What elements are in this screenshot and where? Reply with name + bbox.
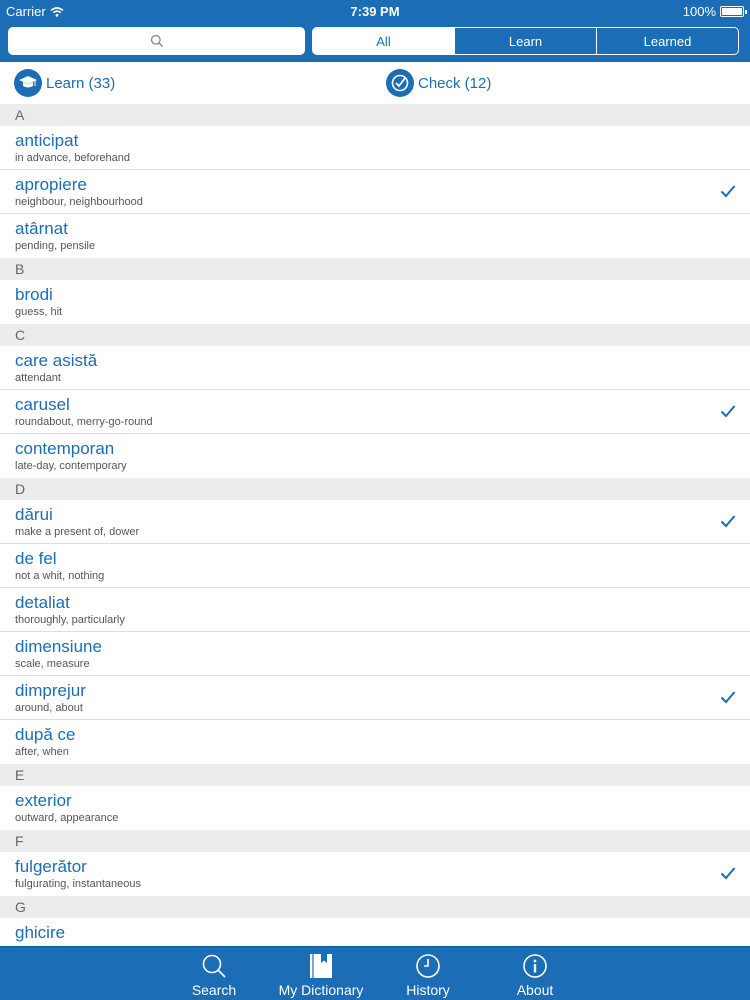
list-item[interactable]: dimprejur around, about bbox=[0, 676, 750, 720]
check-button-label: Check (12) bbox=[418, 74, 492, 92]
word-label: de fel bbox=[15, 549, 57, 568]
battery-icon bbox=[720, 6, 747, 17]
status-time: 7:39 PM bbox=[350, 4, 400, 19]
clock-icon bbox=[414, 952, 442, 980]
action-row: Learn (33) Check (12) bbox=[0, 62, 750, 104]
segment-learn[interactable]: Learn bbox=[455, 28, 597, 54]
translation-label: attendant bbox=[15, 372, 61, 384]
learn-button[interactable]: Learn (33) bbox=[14, 69, 115, 97]
tab-my-dictionary-label: My Dictionary bbox=[278, 982, 364, 998]
word-label: dimensiune bbox=[15, 637, 102, 656]
translation-label: after, when bbox=[15, 746, 69, 758]
list-item[interactable]: de fel not a whit, nothing bbox=[0, 544, 750, 588]
list-item[interactable]: dimensiune scale, measure bbox=[0, 632, 750, 676]
tab-search-label: Search bbox=[191, 982, 237, 998]
list-item[interactable]: atârnat pending, pensile bbox=[0, 214, 750, 258]
check-circle-icon bbox=[386, 69, 414, 97]
checkmark-icon bbox=[720, 185, 736, 198]
list-item[interactable]: care asistă attendant bbox=[0, 346, 750, 390]
list-item[interactable]: ghicireguess bbox=[0, 918, 750, 946]
tab-search[interactable]: Search bbox=[169, 947, 259, 1000]
checkmark-icon bbox=[720, 691, 736, 704]
translation-label: scale, measure bbox=[15, 658, 90, 670]
translation-label: outward, appearance bbox=[15, 812, 119, 824]
battery-label: 100% bbox=[682, 4, 716, 19]
learn-button-label: Learn (33) bbox=[46, 74, 116, 92]
filter-segmented-control: All Learn Learned bbox=[312, 27, 739, 55]
section-header: B bbox=[0, 258, 750, 280]
word-label: anticipat bbox=[15, 131, 79, 150]
translation-label: guess, hit bbox=[15, 306, 63, 318]
status-bar: Carrier 7:39 PM 100% bbox=[0, 0, 750, 22]
list-item[interactable]: anticipat in advance, beforehand bbox=[0, 126, 750, 170]
word-label: carusel bbox=[15, 395, 70, 414]
translation-label: thoroughly, particularly bbox=[15, 614, 125, 626]
word-label: dimprejur bbox=[15, 681, 86, 700]
checkmark-icon bbox=[720, 515, 736, 528]
word-label: atârnat bbox=[15, 219, 68, 238]
word-label: dărui bbox=[15, 505, 53, 524]
list-item[interactable]: exterior outward, appearance bbox=[0, 786, 750, 830]
section-header: E bbox=[0, 764, 750, 786]
segment-learned[interactable]: Learned bbox=[597, 28, 738, 54]
section-header: F bbox=[0, 830, 750, 852]
top-bar: Carrier 7:39 PM 100% All Learn Learned bbox=[0, 0, 750, 62]
word-label: contemporan bbox=[15, 439, 115, 458]
word-label: apropiere bbox=[15, 175, 87, 194]
word-label: după ce bbox=[15, 725, 76, 744]
list-item[interactable]: dărui make a present of, dower bbox=[0, 500, 750, 544]
word-label: care asistă bbox=[15, 351, 98, 370]
word-label: detaliat bbox=[15, 593, 70, 612]
list-item[interactable]: apropiere neighbour, neighbourhood bbox=[0, 170, 750, 214]
translation-label: fulgurating, instantaneous bbox=[15, 878, 141, 890]
tab-about-label: About bbox=[516, 982, 554, 998]
check-button[interactable]: Check (12) bbox=[386, 69, 491, 97]
translation-label: around, about bbox=[15, 702, 83, 714]
list-item[interactable]: după ce after, when bbox=[0, 720, 750, 764]
list-item[interactable]: detaliat thoroughly, particularly bbox=[0, 588, 750, 632]
list-item[interactable]: fulgerător fulgurating, instantaneous bbox=[0, 852, 750, 896]
battery-info: 100% bbox=[682, 4, 747, 19]
list-item[interactable]: carusel roundabout, merry-go-round bbox=[0, 390, 750, 434]
checkmark-icon bbox=[720, 867, 736, 880]
graduation-cap-icon bbox=[14, 69, 42, 97]
translation-label: roundabout, merry-go-round bbox=[15, 416, 153, 428]
search-icon bbox=[200, 952, 228, 980]
translation-label: late-day, contemporary bbox=[15, 460, 127, 472]
section-header: G bbox=[0, 896, 750, 918]
translation-label: pending, pensile bbox=[15, 240, 96, 252]
checkmark-icon bbox=[720, 405, 736, 418]
translation-label: not a whit, nothing bbox=[15, 570, 105, 582]
search-icon bbox=[150, 34, 163, 48]
word-label: brodi bbox=[15, 285, 53, 304]
word-label: fulgerător bbox=[15, 857, 87, 876]
segment-all[interactable]: All bbox=[313, 28, 455, 54]
translation-label: in advance, beforehand bbox=[15, 152, 130, 164]
book-icon bbox=[307, 952, 335, 980]
translation-label: neighbour, neighbourhood bbox=[15, 196, 143, 208]
list-item[interactable]: brodi guess, hit bbox=[0, 280, 750, 324]
section-header: C bbox=[0, 324, 750, 346]
list-item[interactable]: contemporan late-day, contemporary bbox=[0, 434, 750, 478]
tab-about[interactable]: About bbox=[490, 947, 580, 1000]
section-header: D bbox=[0, 478, 750, 500]
tab-history[interactable]: History bbox=[383, 947, 473, 1000]
tab-my-dictionary[interactable]: My Dictionary bbox=[276, 947, 366, 1000]
search-input[interactable] bbox=[8, 27, 305, 55]
section-header: A bbox=[0, 104, 750, 126]
tab-history-label: History bbox=[406, 982, 450, 998]
translation-label: make a present of, dower bbox=[15, 526, 140, 538]
word-list[interactable]: Aanticipat in advance, beforehand apropier… bbox=[0, 104, 750, 946]
tab-bar: Search My Dictionary History About bbox=[0, 946, 750, 1000]
info-icon bbox=[521, 952, 549, 980]
word-label: ghicire bbox=[15, 923, 66, 942]
word-label: exterior bbox=[15, 791, 72, 810]
